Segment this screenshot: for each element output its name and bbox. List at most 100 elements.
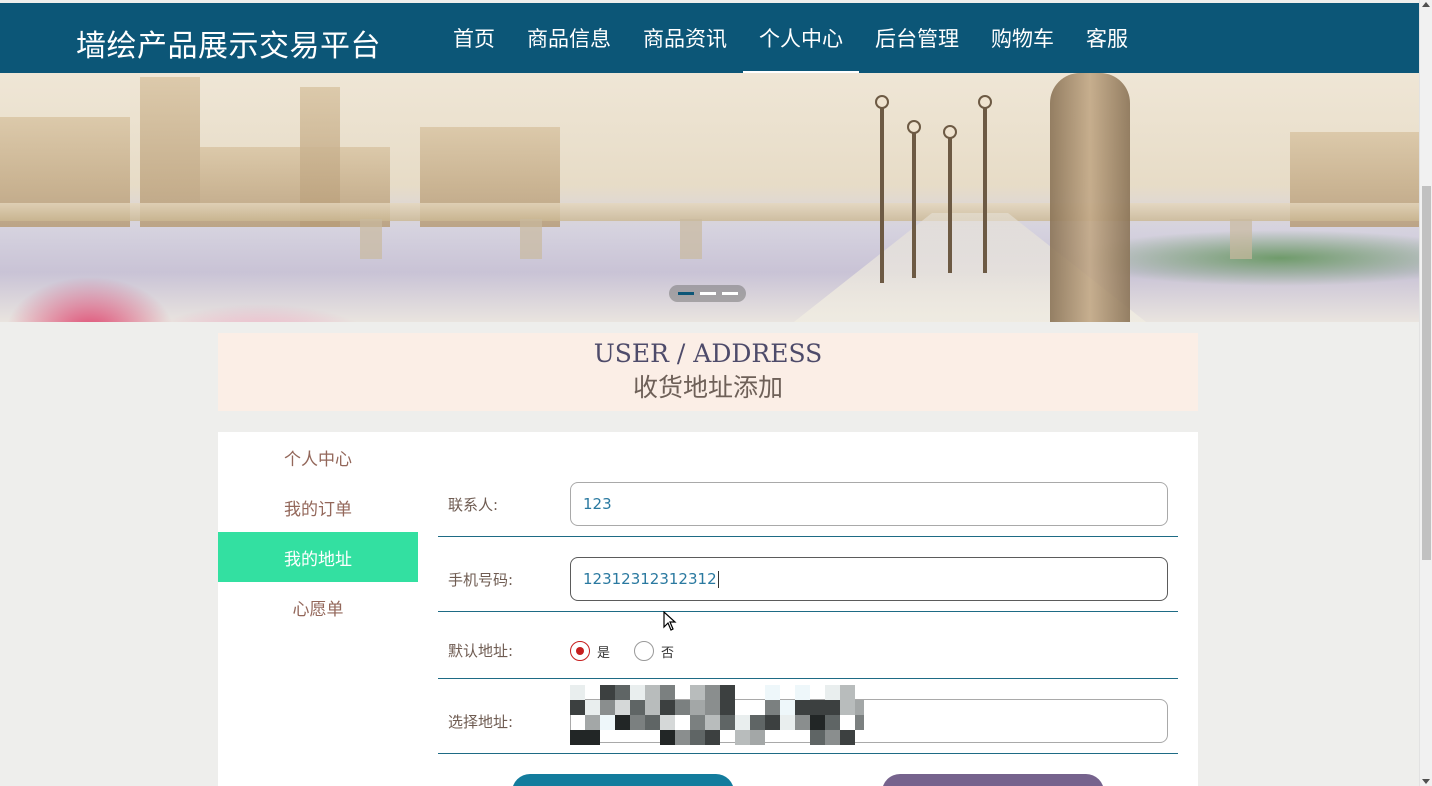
mosaic-pixel	[585, 730, 600, 745]
mosaic-pixel	[825, 700, 840, 715]
section-title: USER / ADDRESS 收货地址添加	[218, 333, 1198, 411]
banner-statue	[1050, 73, 1130, 322]
street-lamp	[912, 128, 916, 278]
bridge-pier	[360, 219, 382, 259]
mouse-cursor-icon	[663, 611, 677, 631]
mosaic-pixel	[780, 715, 795, 730]
site-logo[interactable]: 墙绘产品展示交易平台	[76, 21, 381, 65]
mosaic-pixel	[720, 700, 735, 715]
mosaic-pixel	[795, 685, 810, 700]
mosaic-pixel	[720, 715, 735, 730]
main-nav: 首页 商品信息 商品资讯 个人中心 后台管理 购物车 客服	[437, 3, 1144, 73]
form-row-default: 默认地址: 是 否	[438, 612, 1178, 679]
mosaic-pixel	[750, 715, 765, 730]
side-item-label: 我的订单	[284, 499, 352, 520]
side-item-wishlist[interactable]: 心愿单	[218, 582, 418, 632]
default-radio-group: 是 否	[570, 641, 698, 661]
nav-service-label: 客服	[1086, 27, 1128, 51]
contact-input[interactable]: 123	[570, 482, 1168, 526]
mosaic-pixel	[840, 730, 855, 745]
mosaic-pixel	[600, 715, 615, 730]
phone-value: 12312312312312	[583, 570, 717, 588]
mosaic-pixel	[750, 730, 765, 745]
mosaic-pixel	[765, 715, 780, 730]
mosaic-pixel	[705, 685, 720, 700]
mosaic-pixel	[645, 685, 660, 700]
form-row-address: 选择地址:	[438, 679, 1178, 754]
nav-admin[interactable]: 后台管理	[859, 3, 975, 73]
nav-admin-label: 后台管理	[875, 27, 959, 51]
street-lamp-head	[943, 125, 957, 139]
mosaic-pixel	[780, 700, 795, 715]
nav-user-center[interactable]: 个人中心	[743, 3, 859, 73]
nav-home[interactable]: 首页	[437, 3, 511, 73]
default-label: 默认地址:	[448, 642, 514, 660]
street-lamp	[880, 103, 884, 283]
nav-cart[interactable]: 购物车	[975, 3, 1070, 73]
mosaic-pixel	[630, 715, 645, 730]
mosaic-pixel	[600, 685, 615, 700]
redacted-address-mosaic	[570, 685, 864, 747]
street-lamp-head	[907, 120, 921, 134]
default-no-radio[interactable]	[634, 641, 655, 661]
mosaic-pixel	[765, 700, 780, 715]
carousel-dot-2[interactable]	[699, 292, 716, 295]
mosaic-pixel	[600, 700, 615, 715]
mosaic-pixel	[690, 715, 705, 730]
mosaic-pixel	[810, 700, 825, 715]
scroll-up-icon[interactable]	[1422, 2, 1430, 7]
mosaic-pixel	[735, 730, 750, 745]
scroll-thumb[interactable]	[1422, 186, 1431, 560]
side-item-user-center[interactable]: 个人中心	[218, 432, 418, 482]
mosaic-pixel	[795, 700, 810, 715]
mosaic-pixel	[645, 715, 660, 730]
mosaic-pixel	[570, 730, 585, 745]
bridge-pier	[520, 219, 542, 259]
nav-home-label: 首页	[453, 27, 495, 51]
mosaic-pixel	[690, 700, 705, 715]
banner-bridge	[0, 203, 1419, 221]
side-item-address[interactable]: 我的地址	[218, 532, 418, 582]
mosaic-pixel	[810, 715, 825, 730]
mosaic-pixel	[630, 700, 645, 715]
street-lamp	[983, 103, 987, 273]
contact-value: 123	[583, 495, 612, 513]
nav-products-label: 商品信息	[527, 27, 611, 51]
mosaic-pixel	[585, 715, 600, 730]
mosaic-pixel	[705, 730, 720, 745]
mosaic-pixel	[660, 685, 675, 700]
address-label: 选择地址:	[448, 713, 514, 731]
mosaic-pixel	[690, 730, 705, 745]
top-navbar: 墙绘产品展示交易平台 首页 商品信息 商品资讯 个人中心 后台管理 购物车 客服	[0, 3, 1419, 73]
mosaic-pixel	[840, 700, 855, 715]
scroll-down-icon[interactable]	[1422, 779, 1430, 784]
cancel-button[interactable]	[882, 774, 1104, 786]
side-menu: 个人中心 我的订单 我的地址 心愿单	[218, 432, 418, 632]
text-caret	[717, 570, 719, 588]
page-scrollbar[interactable]	[1419, 0, 1432, 786]
street-lamp-head	[978, 95, 992, 109]
mosaic-pixel	[840, 685, 855, 700]
side-item-orders[interactable]: 我的订单	[218, 482, 418, 532]
mosaic-pixel	[705, 700, 720, 715]
submit-button[interactable]	[512, 774, 734, 786]
phone-label: 手机号码:	[448, 571, 514, 589]
nav-products[interactable]: 商品信息	[511, 3, 627, 73]
mosaic-pixel	[855, 715, 864, 730]
carousel-dot-3[interactable]	[721, 292, 738, 295]
nav-service[interactable]: 客服	[1070, 3, 1144, 73]
mosaic-pixel	[735, 715, 750, 730]
phone-input[interactable]: 12312312312312	[570, 557, 1168, 601]
banner-carousel[interactable]	[0, 73, 1419, 322]
nav-news[interactable]: 商品资讯	[627, 3, 743, 73]
default-yes-radio[interactable]	[570, 641, 590, 661]
form-row-phone: 手机号码: 12312312312312	[438, 537, 1178, 612]
mosaic-pixel	[570, 700, 585, 715]
mosaic-pixel	[570, 685, 585, 700]
nav-user-center-label: 个人中心	[759, 27, 843, 51]
mosaic-pixel	[660, 700, 675, 715]
mosaic-pixel	[705, 715, 720, 730]
carousel-dot-1[interactable]	[677, 292, 694, 295]
street-lamp	[948, 133, 952, 273]
mosaic-pixel	[825, 715, 840, 730]
